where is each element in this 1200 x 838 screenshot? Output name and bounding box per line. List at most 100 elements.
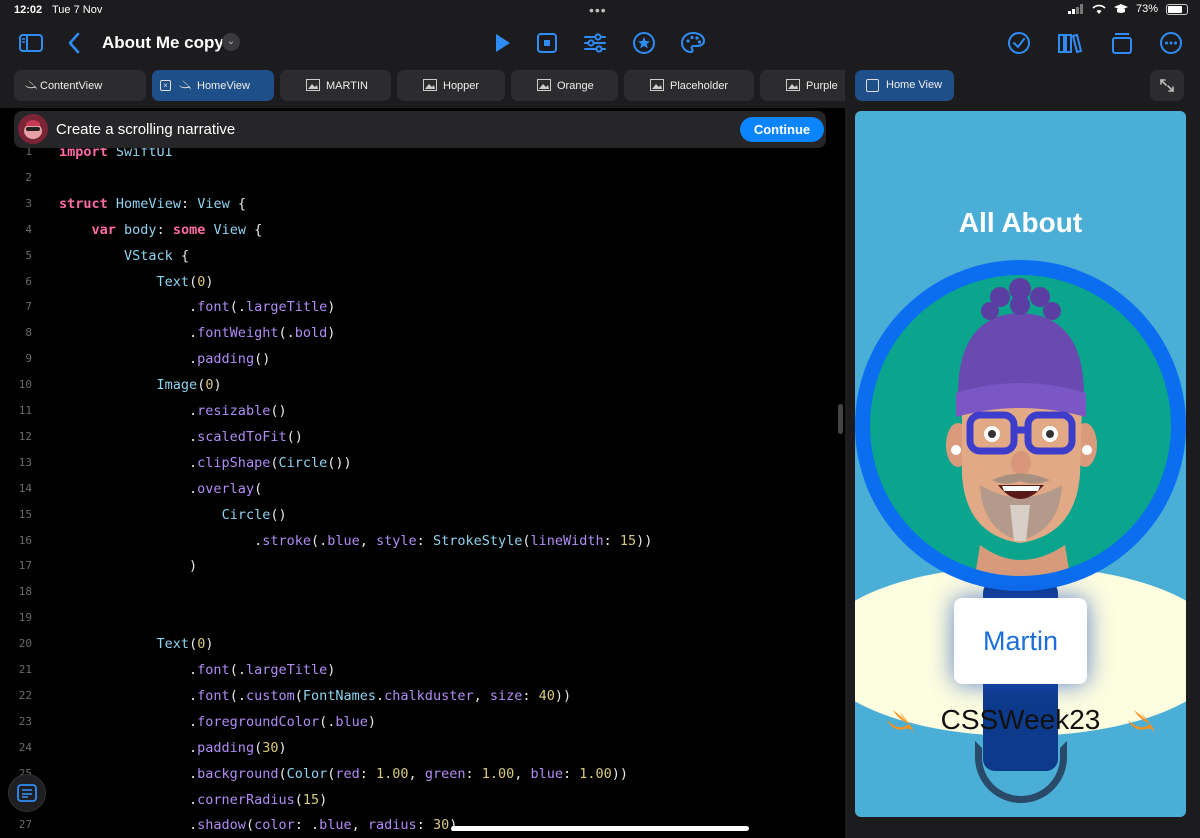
image-icon — [423, 79, 437, 91]
preview-tab-label: Home View — [886, 79, 943, 91]
code-editor[interactable]: 1 import SwiftUI 2 3 struct HomeView: View {… — [0, 148, 840, 838]
avatar-icon — [18, 114, 48, 144]
code-line[interactable]: 11 .resizable() — [0, 401, 840, 427]
code-line[interactable]: 25 .background(Color(red: 1.00, green: 1… — [0, 764, 840, 790]
windows-stack-icon[interactable] — [1109, 30, 1135, 56]
status-time: 12:02 — [14, 4, 43, 16]
split-divider-handle[interactable] — [838, 404, 843, 434]
code-line[interactable]: 21 .font(.largeTitle) — [0, 660, 840, 686]
window-icon — [866, 79, 879, 92]
tab-martin[interactable]: MARTIN — [280, 70, 391, 101]
expand-arrows-icon — [1160, 79, 1174, 92]
continue-button[interactable]: Continue — [740, 117, 824, 142]
checkmark-circle-icon[interactable] — [1006, 30, 1032, 56]
documentation-button[interactable] — [8, 774, 46, 812]
code-line[interactable]: 7 .font(.largeTitle) — [0, 297, 840, 323]
line-number: 3 — [25, 196, 32, 210]
tab-label: Placeholder — [670, 79, 729, 92]
code-text: Image(0) — [156, 377, 222, 394]
title-menu-chevron-icon[interactable]: ⌄ — [222, 33, 240, 51]
code-line[interactable]: 18 — [0, 582, 840, 608]
code-text: .scaledToFit() — [59, 428, 303, 445]
code-line[interactable]: 6 Text(0) — [0, 272, 840, 298]
code-line[interactable]: 4 var body: some View { — [0, 220, 840, 246]
code-text: .font(.largeTitle) — [59, 299, 336, 316]
code-text: ) — [59, 558, 198, 575]
code-line[interactable]: 13 .clipShape(Circle()) — [0, 453, 840, 479]
line-number: 4 — [25, 222, 32, 236]
line-number: 21 — [18, 663, 32, 676]
tab-purple[interactable]: Purple — [760, 70, 845, 101]
code-text: .font(.custom(FontNames.chalkduster, siz… — [59, 687, 572, 704]
code-text: .background(Color(red: 1.00, green: 1.00… — [59, 765, 629, 782]
stop-record-icon[interactable] — [534, 30, 560, 56]
editor-tab-bar: ContentView × HomeView MARTIN Hopper Ora… — [0, 64, 845, 108]
back-chevron-icon[interactable] — [62, 30, 88, 56]
name-card: Martin — [954, 598, 1087, 684]
code-line[interactable]: 16 .stroke(.blue, style: StrokeStyle(lin… — [0, 531, 840, 557]
home-indicator[interactable] — [451, 826, 749, 831]
battery-percent: 73% — [1135, 3, 1158, 15]
code-line[interactable]: 10 Image(0) — [0, 375, 840, 401]
code-line[interactable]: 24 .padding(30) — [0, 738, 840, 764]
library-books-icon[interactable] — [1057, 30, 1083, 56]
line-number: 12 — [18, 429, 32, 443]
code-text: import SwiftUI — [59, 148, 173, 160]
preview-canvas[interactable]: All About Martin CSSWeek23 — [855, 111, 1186, 817]
line-number: 6 — [25, 274, 32, 288]
image-icon — [537, 79, 551, 91]
code-text: .resizable() — [59, 403, 287, 419]
multitasking-dots-icon[interactable]: ••• — [589, 2, 607, 18]
preview-header: Home View — [845, 64, 1200, 108]
code-text: .padding(30) — [59, 739, 287, 756]
line-number: 15 — [18, 507, 32, 521]
code-text: .stroke(.blue, style: StrokeStyle(lineWi… — [59, 532, 653, 549]
code-line[interactable]: 23 .foregroundColor(.blue) — [0, 712, 840, 738]
run-play-icon[interactable] — [489, 30, 515, 56]
tab-orange[interactable]: Orange — [511, 70, 618, 101]
settings-sliders-icon[interactable] — [582, 30, 608, 56]
code-text: Text(0) — [156, 636, 214, 653]
code-line[interactable]: 5 VStack { — [0, 246, 840, 272]
palette-icon[interactable] — [680, 30, 706, 56]
code-line[interactable]: 2 — [0, 168, 840, 194]
code-line[interactable]: 3 struct HomeView: View { — [0, 194, 840, 220]
line-number: 9 — [25, 352, 32, 366]
line-number: 7 — [25, 300, 32, 314]
code-line[interactable]: 1 import SwiftUI — [0, 148, 840, 168]
code-line[interactable]: 9 .padding() — [0, 349, 840, 375]
code-line[interactable]: 20 Text(0) — [0, 634, 840, 660]
line-number: 8 — [25, 326, 32, 340]
tab-contentview[interactable]: ContentView — [14, 70, 146, 101]
line-number: 1 — [25, 148, 32, 158]
code-text: .shadow(color: .blue, radius: 30) — [59, 817, 457, 834]
code-line[interactable]: 17 ) — [0, 556, 840, 582]
more-ellipsis-icon[interactable] — [1158, 30, 1184, 56]
tab-home-view-preview[interactable]: Home View — [855, 70, 954, 101]
tab-placeholder[interactable]: Placeholder — [624, 70, 754, 101]
code-line[interactable]: 8 .fontWeight(.bold) — [0, 323, 840, 349]
code-line[interactable]: 14 .overlay( — [0, 479, 840, 505]
sidebar-toggle-icon[interactable] — [18, 30, 44, 56]
expand-preview-button[interactable] — [1150, 70, 1184, 101]
code-line[interactable]: 15 Circle() — [0, 505, 840, 531]
image-icon — [306, 79, 320, 91]
line-number: 19 — [18, 611, 32, 625]
line-number: 5 — [25, 248, 32, 262]
line-number: 22 — [18, 688, 32, 702]
document-title[interactable]: About Me copy 2 — [102, 33, 238, 53]
smile-arc — [975, 741, 1067, 803]
line-number: 13 — [18, 455, 32, 469]
close-tab-icon[interactable]: × — [160, 80, 171, 91]
tab-homeview[interactable]: × HomeView — [152, 70, 274, 101]
code-line[interactable]: 19 — [0, 608, 840, 634]
star-circle-icon[interactable] — [631, 30, 657, 56]
code-text: .clipShape(Circle()) — [59, 454, 352, 471]
tab-hopper[interactable]: Hopper — [397, 70, 505, 101]
tab-label: MARTIN — [326, 79, 368, 92]
line-number: 2 — [25, 170, 32, 184]
code-line[interactable]: 22 .font(.custom(FontNames.chalkduster, … — [0, 686, 840, 712]
code-line[interactable]: 12 .scaledToFit() — [0, 427, 840, 453]
line-number: 20 — [18, 637, 32, 651]
code-line[interactable]: 26 .cornerRadius(15) — [0, 790, 840, 816]
